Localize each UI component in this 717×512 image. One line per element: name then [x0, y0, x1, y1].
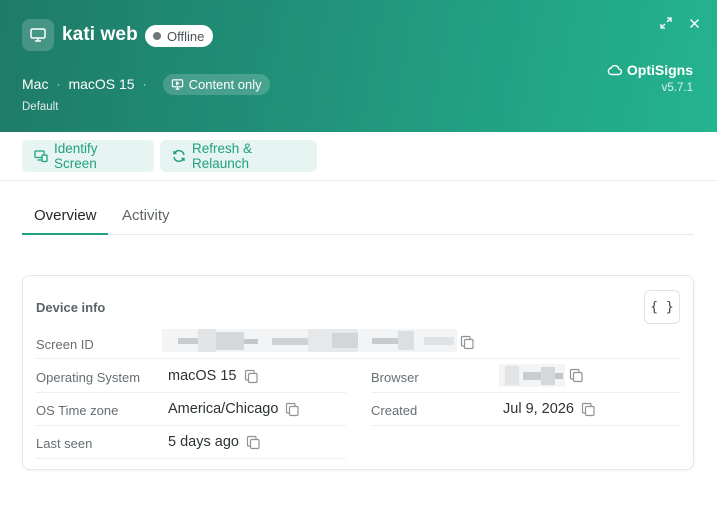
expand-icon[interactable] [657, 14, 675, 32]
os-value: macOS 15 [168, 368, 259, 384]
row-divider [371, 425, 681, 426]
brand-name: OptiSigns [626, 62, 693, 78]
created-value: Jul 9, 2026 [503, 401, 596, 417]
screen-id-value-redacted [162, 329, 457, 352]
platform-label: Mac [22, 76, 49, 92]
meta-separator: · [56, 77, 61, 91]
last-seen-label: Last seen [36, 436, 93, 451]
screen-header: kati web Offline Mac · macOS 15 · Conten… [0, 0, 717, 132]
device-name: kati web [62, 24, 138, 45]
copy-icon[interactable] [569, 368, 584, 383]
device-info-card: Device info { } Screen ID Operating Syst… [22, 275, 694, 470]
os-label: Operating System [36, 370, 141, 385]
timezone-value: America/Chicago [168, 401, 300, 417]
last-seen-value: 5 days ago [168, 434, 261, 450]
meta-separator: · [142, 77, 147, 91]
browser-value-redacted [499, 364, 565, 387]
group-label: Default [22, 101, 59, 113]
screen-id-label: Screen ID [36, 337, 94, 352]
cloud-icon [607, 64, 622, 76]
identify-screen-label: Identify Screen [54, 141, 98, 171]
timezone-value-text: America/Chicago [168, 401, 279, 417]
last-seen-value-text: 5 days ago [168, 434, 239, 450]
copy-icon[interactable] [285, 402, 300, 417]
brand-logo: OptiSigns [607, 62, 693, 78]
copy-icon[interactable] [581, 402, 596, 417]
os-value-text: macOS 15 [168, 368, 237, 384]
copy-icon[interactable] [246, 435, 261, 450]
refresh-relaunch-button[interactable]: Refresh & Relaunch [160, 140, 317, 172]
browser-label: Browser [371, 370, 419, 385]
status-badge: Offline [145, 25, 214, 47]
app-version: v5.7.1 [661, 82, 693, 94]
status-dot [153, 32, 161, 40]
content-mode-label: Content only [188, 76, 262, 92]
refresh-icon [172, 149, 186, 163]
tab-overview[interactable]: Overview [22, 196, 108, 235]
os-label: macOS 15 [68, 76, 135, 92]
close-icon[interactable] [685, 14, 703, 32]
copy-icon[interactable] [460, 335, 475, 350]
action-toolbar: Identify Screen Refresh & Relaunch [0, 132, 717, 181]
screen-content-icon [171, 78, 184, 91]
card-title: Device info [36, 300, 106, 315]
row-divider [36, 392, 346, 393]
timezone-label: OS Time zone [36, 403, 119, 418]
tab-activity[interactable]: Activity [122, 196, 170, 235]
refresh-relaunch-label: Refresh & Relaunch [192, 141, 253, 171]
identify-screen-button[interactable]: Identify Screen [22, 140, 154, 172]
identify-icon [34, 149, 48, 163]
created-label: Created [371, 403, 418, 418]
tab-bar: Overview Activity [22, 196, 694, 235]
row-divider [36, 458, 346, 459]
device-meta: Mac · macOS 15 · Content only [22, 73, 270, 95]
copy-icon[interactable] [244, 369, 259, 384]
row-divider [36, 358, 681, 359]
row-divider [36, 425, 346, 426]
created-value-text: Jul 9, 2026 [503, 401, 574, 417]
row-divider [371, 392, 681, 393]
monitor-icon [22, 19, 54, 51]
content-mode-badge: Content only [162, 73, 270, 95]
status-text: Offline [167, 28, 205, 44]
json-view-button[interactable]: { } [644, 290, 680, 324]
